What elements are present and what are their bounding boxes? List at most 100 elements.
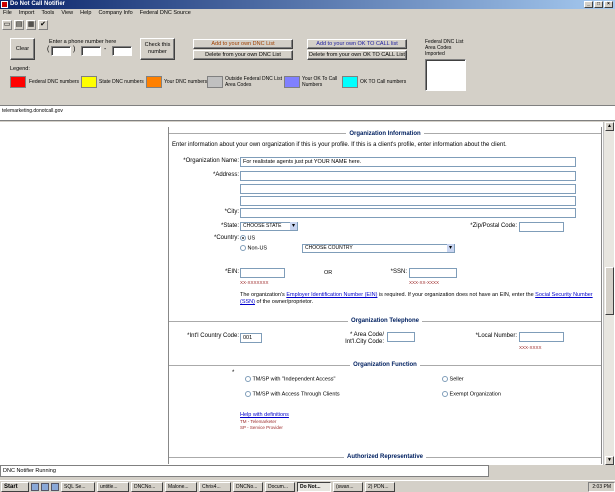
area-code-input[interactable] (387, 332, 415, 342)
open-icon[interactable]: ▭ (2, 20, 12, 30)
local-number-label: *Local Number: (475, 333, 517, 339)
tm-definition: TM - Telemarketer (240, 419, 277, 424)
func-title: Organization Function (350, 362, 420, 368)
radio-clients-icon[interactable] (245, 391, 251, 397)
ssn-label: *SSN: (390, 269, 407, 275)
legend-label-your-dnc: Your DNC numbers (164, 79, 208, 85)
city-input[interactable] (240, 208, 576, 218)
status-bar: DNC Notifier Running (0, 465, 489, 477)
task-button[interactable]: Docum... (265, 481, 295, 492)
system-tray-clock[interactable]: 2:03 PM (588, 481, 615, 492)
delete-dnc-button[interactable]: Delete from your own DNC List (193, 50, 293, 60)
help-definitions-link[interactable]: Help with definitions (240, 412, 289, 418)
country-nonus-option[interactable]: Non-US (240, 245, 267, 251)
maximize-button[interactable]: □ (594, 1, 603, 8)
zip-input[interactable] (519, 222, 564, 232)
func-option-independent[interactable]: TM/SP with "Independent Access" (245, 376, 335, 382)
ein-link[interactable]: Employer Identification Number (EIN) (286, 292, 377, 298)
area-code-label: * Area Code/ Int'l.City Code: (345, 332, 384, 345)
task-button[interactable]: Chris4... (199, 481, 231, 492)
start-button[interactable]: Start (1, 481, 29, 492)
menu-help[interactable]: Help (80, 9, 91, 18)
org-info-title: Organization Information (346, 131, 424, 137)
clear-button[interactable]: Clear (10, 38, 35, 60)
ssn-hint: XXX-XX-XXXX (409, 280, 440, 285)
task-button[interactable]: DNCNo... (233, 481, 263, 492)
registration-form: Organization Information Enter informati… (168, 127, 602, 464)
task-button[interactable]: (swan... (333, 481, 363, 492)
menu-view[interactable]: View (61, 9, 73, 18)
check-icon[interactable]: ✔ (38, 20, 48, 30)
ein-input[interactable] (240, 268, 285, 278)
func-option-clients[interactable]: TM/SP with Access Through Clients (245, 391, 340, 397)
task-button[interactable]: untitle... (97, 481, 129, 492)
task-button[interactable]: 2) PDN... (365, 481, 395, 492)
intl-code-input[interactable]: 001 (240, 333, 262, 343)
func-required-marker: * (232, 370, 235, 376)
legend-swatch-outside (207, 76, 223, 88)
country-label: *Country: (213, 235, 239, 241)
legend-swatch-your-ok (284, 76, 300, 88)
scroll-up-icon[interactable]: ▲ (605, 122, 614, 131)
quicklaunch-icon[interactable] (51, 482, 59, 491)
tel-title: Organization Telephone (348, 318, 422, 324)
address-line-2-input[interactable] (240, 184, 576, 194)
task-button-active[interactable]: Do Not... (297, 481, 331, 492)
add-dnc-button[interactable]: Add to your own DNC List (193, 39, 293, 49)
ein-note: The organization's Employer Identificati… (240, 292, 593, 305)
minimize-button[interactable]: _ (584, 1, 593, 8)
menu-tools[interactable]: Tools (41, 9, 54, 18)
quicklaunch-icon[interactable] (41, 482, 49, 491)
area-code-field[interactable] (51, 46, 71, 56)
task-button[interactable]: Malone... (165, 481, 197, 492)
fed-area-codes-list[interactable] (425, 59, 466, 91)
fed-area-codes-label: Federal DNC List Area Codes Imported (425, 39, 464, 57)
menu-import[interactable]: Import (19, 9, 35, 18)
legend-title: Legend: (10, 66, 30, 72)
task-button[interactable]: DNCNo... (131, 481, 163, 492)
line-number-field[interactable] (112, 46, 132, 56)
add-ok-button[interactable]: Add to your own OK TO CALL list (307, 39, 407, 49)
check-number-button[interactable]: Check this number (140, 38, 175, 60)
address-line-1-input[interactable] (240, 171, 576, 181)
radio-seller-icon[interactable] (442, 376, 448, 382)
menu-federal-dnc-source[interactable]: Federal DNC Source (140, 9, 191, 18)
zip-label: *Zip/Postal Code: (470, 223, 517, 229)
address-line-3-input[interactable] (240, 196, 576, 206)
menu-bar: File Import Tools View Help Company Info… (0, 9, 615, 18)
save-icon[interactable]: ▤ (14, 20, 24, 30)
close-button[interactable]: × (604, 1, 613, 8)
scroll-down-icon[interactable]: ▼ (605, 456, 614, 465)
radio-exempt-icon[interactable] (442, 391, 448, 397)
local-number-input[interactable] (519, 332, 564, 342)
grid-icon[interactable]: ▦ (26, 20, 36, 30)
org-info-desc: Enter information about your own organiz… (172, 142, 507, 148)
org-name-input[interactable]: For realistate agents just put YOUR NAME… (240, 157, 576, 167)
func-option-seller[interactable]: Seller (442, 376, 464, 382)
ein-label: *EIN: (224, 269, 239, 275)
delete-ok-button[interactable]: Delete from your own OK TO CALL List (307, 50, 407, 60)
radio-nonus-icon[interactable] (240, 245, 246, 251)
menu-file[interactable]: File (3, 9, 12, 18)
sp-definition: SP - Service Provider (240, 425, 283, 430)
radio-independent-icon[interactable] (245, 376, 251, 382)
window-title: Do Not Call Notifier (10, 1, 65, 7)
legend-label-ok: OK TO Call numbers (360, 79, 407, 85)
menu-company-info[interactable]: Company Info (98, 9, 132, 18)
paren-close: ) (73, 46, 76, 53)
country-us-option[interactable]: US (240, 235, 255, 241)
country-select[interactable]: CHOOSE COUNTRY (302, 244, 455, 253)
legend-swatch-state (81, 76, 97, 88)
func-option-exempt[interactable]: Exempt Organization (442, 391, 501, 397)
local-number-hint: XXX-XXXX (519, 345, 542, 350)
vertical-scrollbar[interactable]: ▲ ▼ (603, 122, 614, 465)
task-button[interactable]: SQL Se... (61, 481, 95, 492)
prefix-field[interactable] (81, 46, 101, 56)
state-select[interactable]: CHOOSE STATE (240, 222, 298, 231)
scroll-thumb[interactable] (605, 267, 614, 315)
radio-us-icon[interactable] (240, 235, 246, 241)
ssn-input[interactable] (409, 268, 457, 278)
address-bar[interactable]: telemarketing.donotcall.gov (0, 105, 615, 121)
org-name-label: *Organization Name: (183, 158, 239, 164)
quicklaunch-icon[interactable] (31, 482, 39, 491)
